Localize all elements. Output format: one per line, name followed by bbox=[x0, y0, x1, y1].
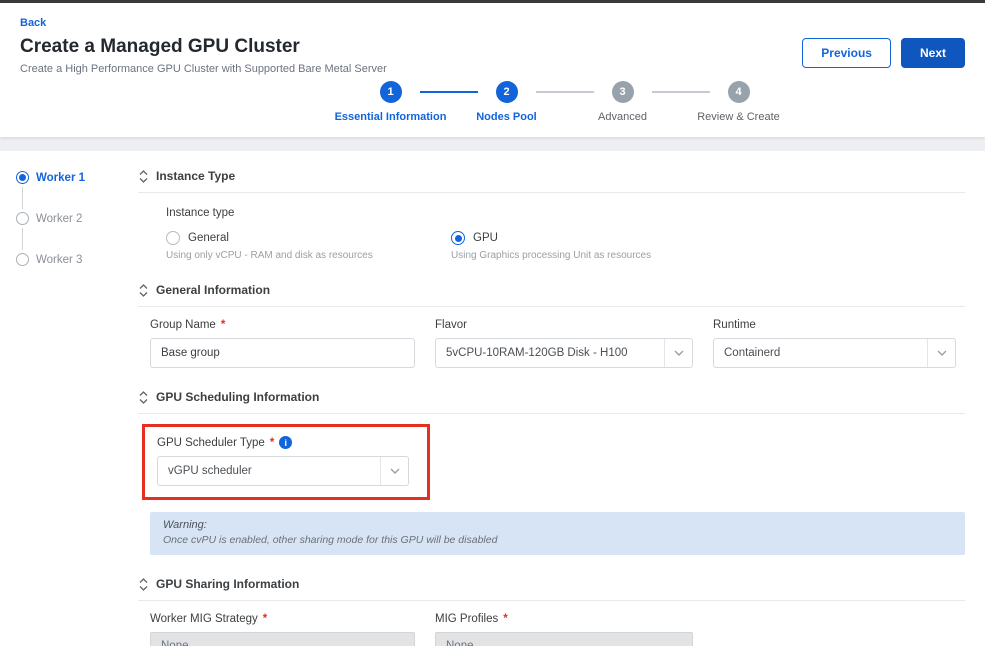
field-label: GPU Scheduler Type bbox=[157, 437, 265, 449]
section-gpu-scheduling-header[interactable]: GPU Scheduling Information bbox=[138, 390, 965, 404]
radio-option-general[interactable]: General Using only vCPU - RAM and disk a… bbox=[166, 231, 431, 261]
section-divider bbox=[138, 192, 965, 193]
section-gpu-sharing: GPU Sharing Information Worker MIG Strat… bbox=[138, 577, 965, 646]
back-link[interactable]: Back bbox=[20, 17, 46, 29]
flavor-select[interactable]: 5vCPU-10RAM-120GB Disk - H100 bbox=[435, 338, 693, 368]
worker-mig-strategy-field: Worker MIG Strategy * None bbox=[150, 613, 415, 646]
runtime-select[interactable]: Containerd bbox=[713, 338, 956, 368]
collapse-icon[interactable] bbox=[138, 578, 149, 591]
mig-profiles-input: None bbox=[435, 632, 693, 646]
step-essential-information[interactable]: 1 Essential Information bbox=[341, 81, 441, 123]
field-label: Group Name bbox=[150, 319, 216, 331]
radio-option-gpu[interactable]: GPU Using Graphics processing Unit as re… bbox=[451, 231, 965, 261]
step-nodes-pool[interactable]: 2 Nodes Pool bbox=[457, 81, 557, 123]
title-block: Create a Managed GPU Cluster Create a Hi… bbox=[20, 36, 387, 75]
section-gpu-sharing-header[interactable]: GPU Sharing Information bbox=[138, 577, 965, 591]
section-instance-type-header[interactable]: Instance Type bbox=[138, 169, 965, 183]
chevron-down-icon bbox=[380, 457, 408, 485]
page-subtitle: Create a High Performance GPU Cluster wi… bbox=[20, 63, 387, 75]
section-divider bbox=[138, 413, 965, 414]
warning-text: Once cvPU is enabled, other sharing mode… bbox=[163, 534, 952, 546]
radio-selected-icon bbox=[16, 171, 29, 184]
section-title: General Information bbox=[156, 283, 270, 297]
field-label: Runtime bbox=[713, 319, 756, 331]
flavor-field: Flavor 5vCPU-10RAM-120GB Disk - H100 bbox=[435, 319, 693, 368]
worker-label: Worker 1 bbox=[36, 172, 85, 184]
next-button[interactable]: Next bbox=[901, 38, 965, 68]
warning-title: Warning: bbox=[163, 519, 952, 531]
chevron-down-icon bbox=[927, 339, 955, 367]
instance-type-label: Instance type bbox=[166, 207, 965, 219]
worker-label: Worker 2 bbox=[36, 213, 82, 225]
group-name-input[interactable] bbox=[150, 338, 415, 368]
radio-unselected-icon bbox=[16, 212, 29, 225]
required-asterisk: * bbox=[503, 613, 507, 625]
section-divider bbox=[138, 306, 965, 307]
page-header: Back Create a Managed GPU Cluster Create… bbox=[0, 3, 985, 137]
radio-label: GPU bbox=[473, 232, 498, 244]
field-label: MIG Profiles bbox=[435, 613, 498, 625]
radio-description: Using only vCPU - RAM and disk as resour… bbox=[166, 250, 431, 261]
section-instance-type: Instance Type Instance type General Usin… bbox=[138, 169, 965, 261]
group-name-field: Group Name * bbox=[150, 319, 415, 368]
collapse-icon[interactable] bbox=[138, 170, 149, 183]
worker-mig-strategy-input: None bbox=[150, 632, 415, 646]
selected-value: 5vCPU-10RAM-120GB Disk - H100 bbox=[446, 347, 628, 359]
section-general-information: General Information Group Name * Flavor bbox=[138, 283, 965, 368]
header-actions: Previous Next bbox=[802, 38, 965, 68]
step-circle: 1 bbox=[380, 81, 402, 103]
radio-unselected-icon[interactable] bbox=[166, 231, 180, 245]
info-icon[interactable]: i bbox=[279, 436, 292, 449]
step-circle: 3 bbox=[612, 81, 634, 103]
collapse-icon[interactable] bbox=[138, 391, 149, 404]
required-asterisk: * bbox=[270, 437, 274, 449]
sidebar-item-worker-1[interactable]: Worker 1 bbox=[16, 171, 112, 184]
workers-sidebar: Worker 1 Worker 2 Worker 3 bbox=[16, 169, 112, 646]
sidebar-connector-line bbox=[22, 187, 23, 209]
step-label: Essential Information bbox=[335, 111, 447, 123]
step-label: Nodes Pool bbox=[476, 111, 537, 123]
step-circle: 2 bbox=[496, 81, 518, 103]
annotation-highlight: GPU Scheduler Type * i vGPU scheduler bbox=[142, 424, 430, 500]
gpu-scheduler-type-select[interactable]: vGPU scheduler bbox=[157, 456, 409, 486]
section-title: GPU Scheduling Information bbox=[156, 390, 319, 404]
content-area: Worker 1 Worker 2 Worker 3 Instance Type… bbox=[0, 151, 985, 646]
collapse-icon[interactable] bbox=[138, 284, 149, 297]
radio-label: General bbox=[188, 232, 229, 244]
main-form: Instance Type Instance type General Usin… bbox=[112, 169, 965, 646]
step-label: Advanced bbox=[598, 111, 647, 123]
section-title: Instance Type bbox=[156, 169, 235, 183]
previous-button[interactable]: Previous bbox=[802, 38, 891, 68]
required-asterisk: * bbox=[263, 613, 267, 625]
field-label: Flavor bbox=[435, 319, 467, 331]
step-circle: 4 bbox=[728, 81, 750, 103]
section-general-information-header[interactable]: General Information bbox=[138, 283, 965, 297]
radio-unselected-icon bbox=[16, 253, 29, 266]
step-review-create[interactable]: 4 Review & Create bbox=[689, 81, 789, 123]
chevron-down-icon bbox=[664, 339, 692, 367]
required-asterisk: * bbox=[221, 319, 225, 331]
wizard-stepper: 1 Essential Information 2 Nodes Pool 3 A… bbox=[341, 81, 789, 123]
field-label: Worker MIG Strategy bbox=[150, 613, 258, 625]
mig-profiles-field: MIG Profiles * None bbox=[435, 613, 693, 646]
radio-description: Using Graphics processing Unit as resour… bbox=[451, 250, 965, 261]
runtime-field: Runtime Containerd bbox=[713, 319, 956, 368]
section-divider bbox=[138, 600, 965, 601]
warning-banner: Warning: Once cvPU is enabled, other sha… bbox=[150, 512, 965, 555]
sidebar-item-worker-3[interactable]: Worker 3 bbox=[16, 253, 112, 266]
section-gpu-scheduling: GPU Scheduling Information GPU Scheduler… bbox=[138, 390, 965, 555]
selected-value: vGPU scheduler bbox=[168, 465, 252, 477]
step-label: Review & Create bbox=[697, 111, 780, 123]
selected-value: Containerd bbox=[724, 347, 780, 359]
sidebar-item-worker-2[interactable]: Worker 2 bbox=[16, 212, 112, 225]
section-title: GPU Sharing Information bbox=[156, 577, 299, 591]
worker-label: Worker 3 bbox=[36, 254, 82, 266]
radio-selected-icon[interactable] bbox=[451, 231, 465, 245]
page-title: Create a Managed GPU Cluster bbox=[20, 36, 387, 58]
sidebar-connector-line bbox=[22, 228, 23, 250]
step-advanced[interactable]: 3 Advanced bbox=[573, 81, 673, 123]
